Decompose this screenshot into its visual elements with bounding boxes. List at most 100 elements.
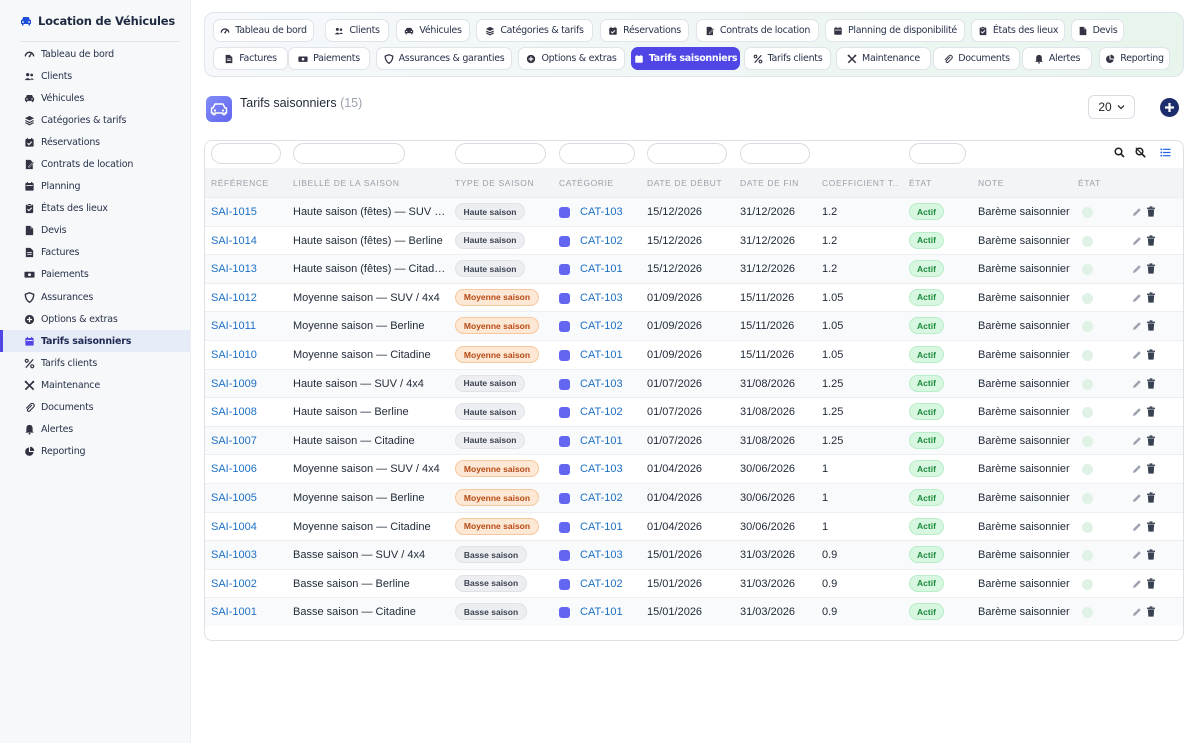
sidebar-item-assurances[interactable]: Assurances bbox=[0, 286, 190, 308]
reference-link[interactable]: SAI-1007 bbox=[211, 435, 257, 447]
edit-icon[interactable] bbox=[1132, 407, 1142, 417]
edit-icon[interactable] bbox=[1132, 464, 1142, 474]
list-view-icon[interactable] bbox=[1160, 147, 1171, 158]
edit-icon[interactable] bbox=[1132, 436, 1142, 446]
edit-icon[interactable] bbox=[1132, 579, 1142, 589]
app-brand[interactable]: Location de Véhicules bbox=[20, 0, 180, 42]
clear-filter-icon[interactable] bbox=[1135, 147, 1146, 158]
sidebar-item-tarifs-saisonniers[interactable]: Tarifs saisonniers bbox=[0, 330, 190, 353]
reference-link[interactable]: SAI-1013 bbox=[211, 263, 257, 275]
table-row[interactable]: SAI-1012 Moyenne saison — SUV / 4x4 Moyenn… bbox=[205, 282, 1183, 312]
column-header[interactable]: ÉTAT bbox=[909, 178, 932, 188]
column-filter-input[interactable] bbox=[211, 143, 281, 164]
table-row[interactable]: SAI-1009 Haute saison — SUV / 4x4 Haute sa… bbox=[205, 368, 1183, 398]
sidebar-item-alertes[interactable]: Alertes bbox=[0, 419, 190, 441]
tab-clients[interactable]: Clients bbox=[325, 19, 389, 42]
edit-icon[interactable] bbox=[1132, 207, 1142, 217]
column-header[interactable]: DATE DE FIN bbox=[740, 178, 799, 188]
trash-icon[interactable] bbox=[1146, 377, 1156, 389]
category-link[interactable]: CAT-102 bbox=[580, 578, 623, 590]
tab-documents[interactable]: Documents bbox=[933, 47, 1020, 70]
edit-icon[interactable] bbox=[1132, 379, 1142, 389]
trash-icon[interactable] bbox=[1146, 206, 1156, 217]
reference-link[interactable]: SAI-1004 bbox=[211, 521, 257, 533]
trash-icon[interactable] bbox=[1146, 234, 1156, 246]
category-link[interactable]: CAT-103 bbox=[580, 549, 623, 561]
tab-tarifs-saisonniers[interactable]: Tarifs saisonniers bbox=[631, 47, 740, 70]
edit-icon[interactable] bbox=[1132, 321, 1142, 331]
trash-icon[interactable] bbox=[1146, 520, 1156, 532]
table-row[interactable]: SAI-1007 Haute saison — Citadine Haute sai… bbox=[205, 425, 1183, 455]
column-header[interactable]: NOTE bbox=[978, 178, 1004, 188]
trash-icon[interactable] bbox=[1146, 349, 1156, 360]
category-link[interactable]: CAT-101 bbox=[580, 606, 623, 618]
category-link[interactable]: CAT-102 bbox=[580, 406, 623, 418]
reference-link[interactable]: SAI-1010 bbox=[211, 349, 257, 361]
tab-contrats-de-location[interactable]: Contrats de location bbox=[696, 19, 819, 42]
sidebar-item-vehicules[interactable]: Véhicules bbox=[0, 87, 190, 109]
table-row[interactable]: SAI-1008 Haute saison — Berline Haute sais… bbox=[205, 397, 1183, 426]
table-row[interactable]: SAI-1004 Moyenne saison — Citadine Moyenne… bbox=[205, 511, 1183, 541]
table-row[interactable]: SAI-1001 Basse saison — Citadine Basse sai… bbox=[205, 597, 1183, 626]
column-filter-input[interactable] bbox=[909, 143, 966, 164]
sidebar-item-etats-des-lieux[interactable]: États des lieux bbox=[0, 198, 190, 220]
edit-icon[interactable] bbox=[1132, 293, 1142, 303]
edit-icon[interactable] bbox=[1132, 522, 1142, 532]
reference-link[interactable]: SAI-1002 bbox=[211, 578, 257, 590]
column-header[interactable]: CATÉGORIE bbox=[559, 178, 614, 188]
trash-icon[interactable] bbox=[1146, 435, 1156, 446]
sidebar-item-tableau-de-bord[interactable]: Tableau de bord bbox=[0, 43, 190, 65]
category-link[interactable]: CAT-101 bbox=[580, 435, 623, 447]
add-record-button[interactable] bbox=[1160, 98, 1179, 117]
category-link[interactable]: CAT-103 bbox=[580, 463, 623, 475]
column-filter-input[interactable] bbox=[455, 143, 546, 164]
column-filter-input[interactable] bbox=[740, 143, 810, 164]
column-filter-input[interactable] bbox=[293, 143, 405, 164]
tab-etats-des-lieux[interactable]: États des lieux bbox=[971, 19, 1065, 42]
reference-link[interactable]: SAI-1003 bbox=[211, 549, 257, 561]
search-icon[interactable] bbox=[1114, 147, 1125, 158]
sidebar-item-reservations[interactable]: Réservations bbox=[0, 131, 190, 153]
category-link[interactable]: CAT-102 bbox=[580, 492, 623, 504]
category-link[interactable]: CAT-103 bbox=[580, 292, 623, 304]
trash-icon[interactable] bbox=[1146, 263, 1156, 274]
tab-vehicules[interactable]: Véhicules bbox=[396, 19, 470, 42]
tab-assurances-garanties[interactable]: Assurances & garanties bbox=[376, 47, 512, 70]
tab-categories-tarifs[interactable]: Catégories & tarifs bbox=[476, 19, 593, 42]
table-row[interactable]: SAI-1002 Basse saison — Berline Basse sais… bbox=[205, 568, 1183, 598]
table-row[interactable]: SAI-1014 Haute saison (fêtes) — Berline Ha… bbox=[205, 225, 1183, 255]
sidebar-item-factures[interactable]: Factures bbox=[0, 242, 190, 264]
table-row[interactable]: SAI-1005 Moyenne saison — Berline Moyenne … bbox=[205, 483, 1183, 512]
tab-reservations[interactable]: Réservations bbox=[600, 19, 689, 42]
edit-icon[interactable] bbox=[1132, 493, 1142, 503]
tab-paiements[interactable]: Paiements bbox=[288, 47, 370, 70]
sidebar-item-tarifs-clients[interactable]: Tarifs clients bbox=[0, 352, 190, 374]
category-link[interactable]: CAT-101 bbox=[580, 349, 623, 361]
sidebar-item-planning[interactable]: Planning bbox=[0, 176, 190, 198]
reference-link[interactable]: SAI-1006 bbox=[211, 463, 257, 475]
category-link[interactable]: CAT-103 bbox=[580, 206, 623, 218]
table-row[interactable]: SAI-1011 Moyenne saison — Berline Moyenne … bbox=[205, 311, 1183, 340]
edit-icon[interactable] bbox=[1132, 550, 1142, 560]
edit-icon[interactable] bbox=[1132, 236, 1142, 246]
reference-link[interactable]: SAI-1008 bbox=[211, 406, 257, 418]
tab-tarifs-clients[interactable]: Tarifs clients bbox=[744, 47, 831, 70]
sidebar-item-devis[interactable]: Devis bbox=[0, 220, 190, 242]
column-header[interactable]: COEFFICIENT T... bbox=[822, 178, 898, 188]
per-page-select[interactable]: 20 bbox=[1088, 95, 1135, 119]
edit-icon[interactable] bbox=[1132, 264, 1142, 274]
tab-planning-de-disponibilite[interactable]: Planning de disponibilité bbox=[825, 19, 965, 42]
sidebar-item-categories-tarifs[interactable]: Catégories & tarifs bbox=[0, 109, 190, 131]
column-filter-input[interactable] bbox=[647, 143, 727, 164]
trash-icon[interactable] bbox=[1146, 549, 1156, 560]
column-filter-input[interactable] bbox=[559, 143, 635, 164]
reference-link[interactable]: SAI-1015 bbox=[211, 206, 257, 218]
sidebar-item-paiements[interactable]: Paiements bbox=[0, 264, 190, 286]
tab-devis[interactable]: Devis bbox=[1071, 19, 1124, 42]
reference-link[interactable]: SAI-1001 bbox=[211, 606, 257, 618]
tab-reporting[interactable]: Reporting bbox=[1099, 47, 1170, 70]
category-link[interactable]: CAT-103 bbox=[580, 378, 623, 390]
tab-tableau-de-bord[interactable]: Tableau de bord bbox=[213, 19, 314, 42]
category-link[interactable]: CAT-101 bbox=[580, 263, 623, 275]
trash-icon[interactable] bbox=[1146, 292, 1156, 303]
